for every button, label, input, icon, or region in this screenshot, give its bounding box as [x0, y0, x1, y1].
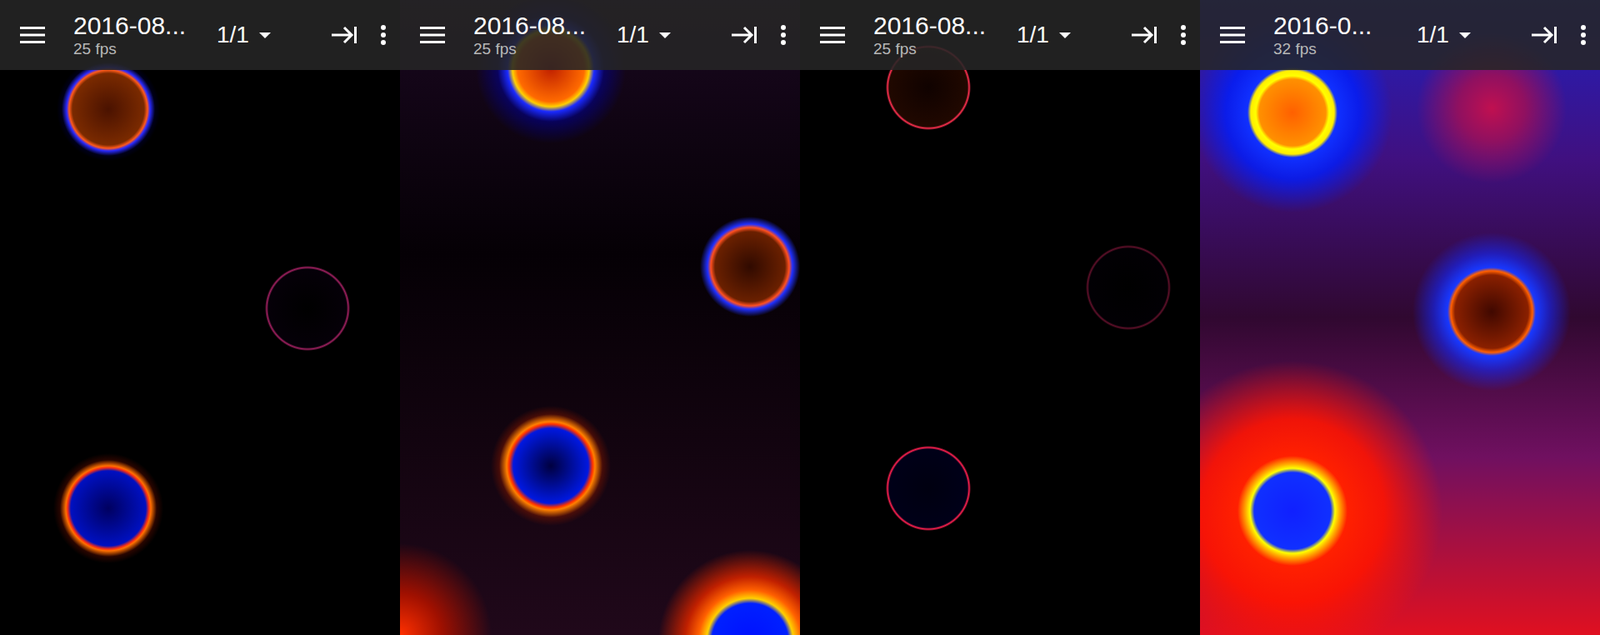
menu-icon[interactable] — [18, 25, 47, 45]
screen-panel: 2016-0...32 fps 1/1 — [1200, 0, 1600, 635]
file-title: 2016-08... — [873, 12, 1007, 40]
skip-to-end-icon[interactable] — [330, 24, 359, 46]
toolbar: 2016-0...32 fps 1/1 — [1200, 0, 1600, 70]
video-frame — [1200, 0, 1600, 635]
menu-icon[interactable] — [418, 25, 447, 45]
more-icon[interactable] — [780, 24, 787, 46]
title-block: 2016-0...32 fps — [1273, 12, 1407, 57]
dropdown-icon[interactable] — [659, 32, 671, 39]
dropdown-icon[interactable] — [1059, 32, 1071, 39]
page-count: 1/1 — [1416, 17, 1450, 53]
file-title: 2016-0... — [1273, 12, 1407, 40]
title-block: 2016-08...25 fps — [873, 12, 1007, 57]
dropdown-icon[interactable] — [1459, 32, 1471, 39]
menu-icon[interactable] — [818, 25, 847, 45]
fps-label: 25 fps — [873, 40, 1007, 58]
fps-label: 25 fps — [73, 40, 207, 58]
dropdown-icon[interactable] — [259, 32, 271, 39]
more-icon[interactable] — [380, 24, 387, 46]
file-title: 2016-08... — [473, 12, 607, 40]
toolbar: 2016-08...25 fps 1/1 — [0, 0, 400, 70]
screen-panel: 2016-08...25 fps 1/1 — [0, 0, 400, 635]
title-block: 2016-08...25 fps — [473, 12, 607, 57]
page-count: 1/1 — [616, 17, 650, 53]
toolbar: 2016-08...25 fps 1/1 — [800, 0, 1200, 70]
page-count: 1/1 — [216, 17, 250, 53]
fps-label: 32 fps — [1273, 40, 1407, 58]
more-icon[interactable] — [1180, 24, 1187, 46]
page-selector[interactable]: 1/1 — [616, 17, 671, 53]
fps-label: 25 fps — [473, 40, 607, 58]
skip-to-end-icon[interactable] — [1530, 24, 1559, 46]
page-selector[interactable]: 1/1 — [216, 17, 271, 53]
skip-to-end-icon[interactable] — [730, 24, 759, 46]
skip-to-end-icon[interactable] — [1130, 24, 1159, 46]
screens: 2016-08...25 fps1/12016-08...25 fps1/120… — [0, 0, 1600, 635]
page-selector[interactable]: 1/1 — [1016, 17, 1071, 53]
menu-icon[interactable] — [1218, 25, 1247, 45]
toolbar: 2016-08...25 fps 1/1 — [400, 0, 800, 70]
page-selector[interactable]: 1/1 — [1416, 17, 1471, 53]
more-icon[interactable] — [1580, 24, 1587, 46]
screen-panel: 2016-08...25 fps 1/1 — [400, 0, 800, 635]
video-frame — [400, 0, 800, 635]
video-frame — [800, 0, 1200, 635]
screen-panel: 2016-08...25 fps 1/1 — [800, 0, 1200, 635]
title-block: 2016-08...25 fps — [73, 12, 207, 57]
file-title: 2016-08... — [73, 12, 207, 40]
page-count: 1/1 — [1016, 17, 1050, 53]
video-frame — [0, 0, 400, 635]
